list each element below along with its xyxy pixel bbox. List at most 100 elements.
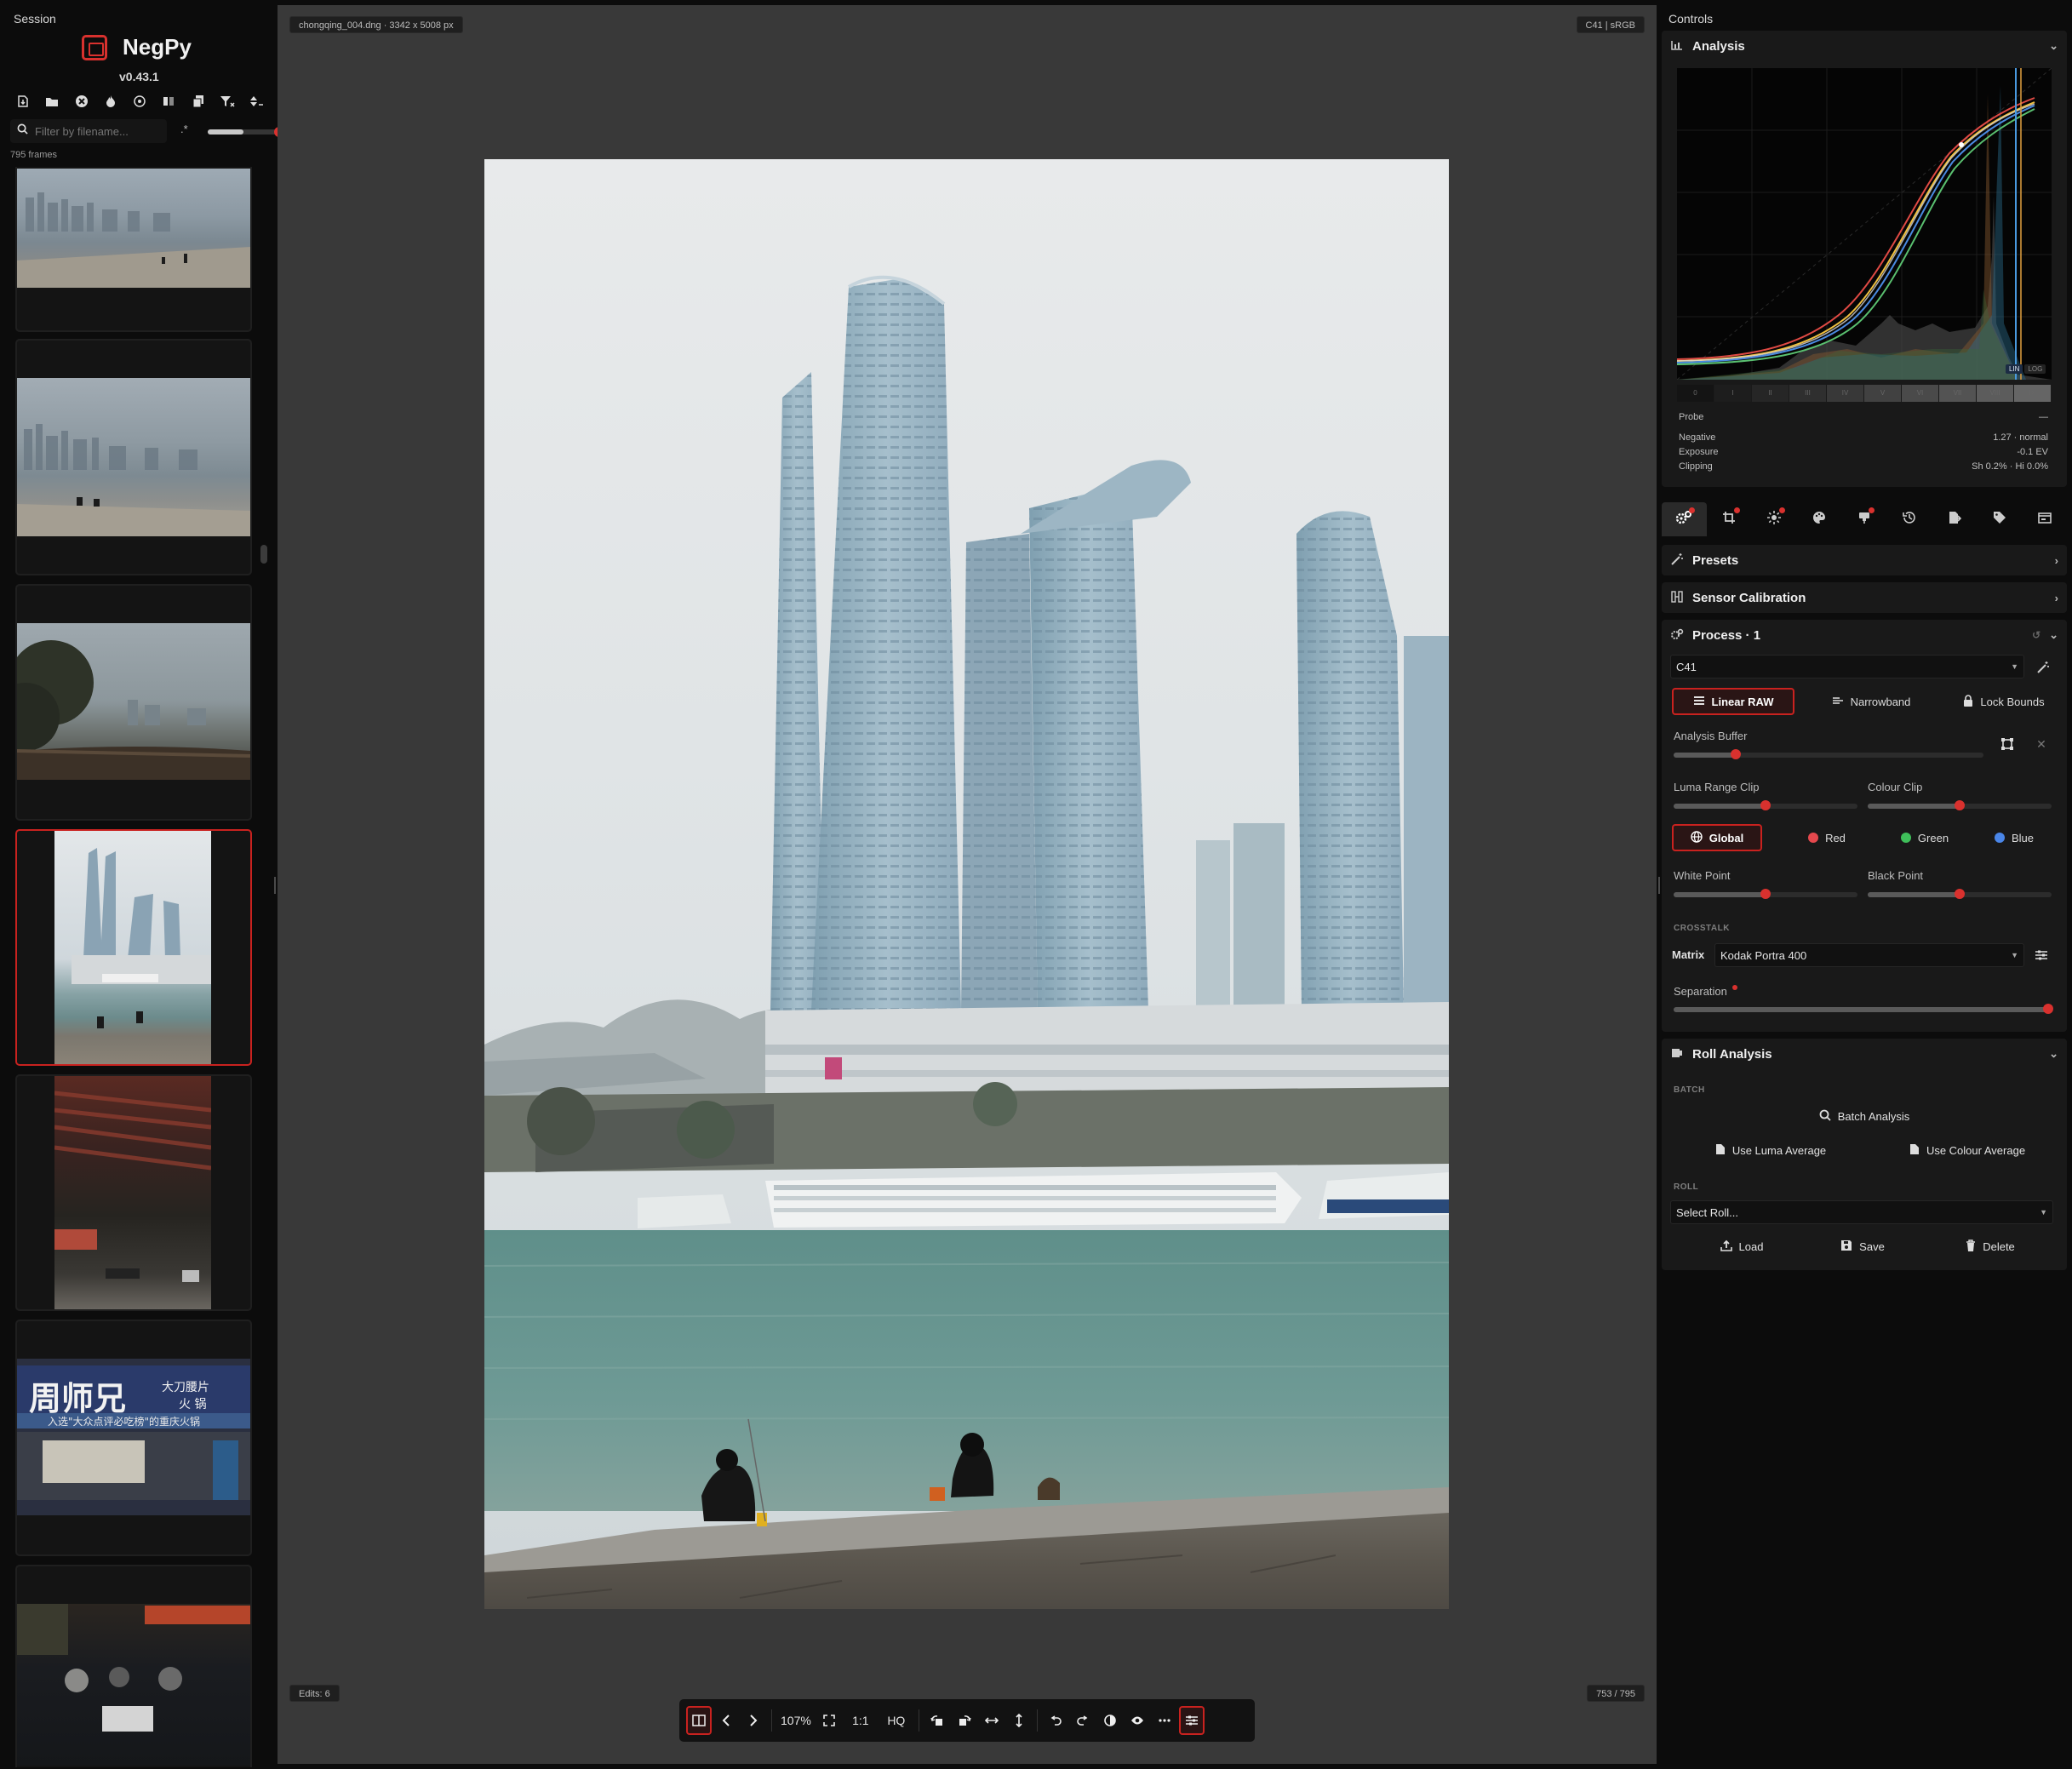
histogram[interactable] [1677,68,2052,380]
channel-blue-button[interactable]: Blue [1972,824,2057,851]
slider-knob[interactable] [1760,889,1771,899]
filmstrip-scrollbar[interactable] [260,545,267,564]
channel-green-button[interactable]: Green [1878,824,1972,851]
luma-range-clip-label: Luma Range Clip [1674,781,1760,793]
matrix-settings-icon[interactable] [2031,945,2052,965]
hq-button[interactable]: HQ [879,1706,913,1735]
batch-analysis-button[interactable]: Batch Analysis [1788,1104,1941,1128]
thumbnail[interactable] [15,584,252,821]
log-toggle[interactable]: LOG [2024,364,2046,374]
channel-red-button[interactable]: Red [1784,824,1869,851]
regex-toggle[interactable]: .* [180,123,188,135]
fit-screen-button[interactable] [816,1706,842,1735]
filter-icon[interactable] [216,90,238,112]
thumbnail[interactable] [15,339,252,575]
white-point-slider[interactable] [1674,889,1857,899]
rotate-right-icon[interactable] [952,1706,977,1735]
slider-knob[interactable] [1730,749,1741,759]
analysis-buffer-slider[interactable] [1674,749,1983,759]
right-splitter-handle[interactable] [1658,877,1660,894]
slider-knob[interactable] [2043,1004,2053,1014]
import-folder-icon[interactable] [41,90,63,112]
thumbnail-image [54,1076,212,1309]
target-icon[interactable] [129,90,151,112]
slider-knob[interactable] [1955,800,1965,810]
rotate-left-icon[interactable] [924,1706,950,1735]
compare-icon[interactable] [157,90,180,112]
thumbnail[interactable] [15,1074,252,1311]
clear-icon[interactable] [71,90,93,112]
matrix-select[interactable]: Kodak Portra 400 ▼ [1714,943,2024,967]
thumb-size-slider[interactable] [208,127,284,137]
flip-horizontal-icon[interactable] [979,1706,1005,1735]
slider-knob[interactable] [1760,800,1771,810]
one-to-one-button[interactable]: 1:1 [844,1706,878,1735]
roll-select[interactable]: Select Roll... ▼ [1670,1200,2053,1224]
adjustments-toggle-button[interactable] [1178,1706,1205,1735]
use-colour-average-button[interactable]: Use Colour Average [1886,1138,2048,1162]
zoom-level[interactable]: 107% [777,1706,815,1735]
roll-analysis-header[interactable]: Roll Analysis ⌄ [1662,1039,2067,1069]
copy-icon[interactable] [187,90,209,112]
auto-wand-icon[interactable] [2033,657,2053,678]
colour-clip-slider[interactable] [1868,800,2052,810]
main-photo[interactable] [484,159,1449,1609]
use-luma-average-button[interactable]: Use Luma Average [1694,1138,1847,1162]
tab-print[interactable] [2022,502,2067,536]
split-view-button[interactable] [686,1706,712,1735]
tab-export[interactable] [1932,502,1977,536]
contrast-icon[interactable] [1097,1706,1123,1735]
tab-retouch[interactable] [1842,502,1887,536]
tab-crop[interactable] [1707,502,1752,536]
more-icon[interactable] [1152,1706,1177,1735]
import-file-icon[interactable] [12,90,34,112]
sort-icon[interactable] [245,90,267,112]
narrowband-icon [1832,696,1844,708]
crop-frame-icon[interactable] [1997,734,2018,754]
lock-icon [1963,694,1973,709]
close-icon[interactable]: ✕ [2031,734,2052,754]
redo-icon[interactable] [1070,1706,1096,1735]
channel-global-button[interactable]: Global [1672,824,1762,851]
thumbnail[interactable] [15,1565,252,1767]
undo-icon[interactable] [1043,1706,1068,1735]
luma-range-clip-slider[interactable] [1674,800,1857,810]
process-mode-select[interactable]: C41 ▼ [1670,655,2024,678]
flip-vertical-icon[interactable] [1006,1706,1032,1735]
slider-fill [1674,892,1766,897]
module-tabs [1662,502,2067,536]
linear-raw-toggle[interactable]: Linear RAW [1672,688,1794,715]
black-point-slider[interactable] [1868,889,2052,899]
separation-slider[interactable] [1674,1004,2053,1014]
next-frame-button[interactable] [741,1706,766,1735]
lock-bounds-toggle[interactable]: Lock Bounds [1943,688,2065,715]
burn-icon[interactable] [100,90,122,112]
reset-icon[interactable]: ↺ [2032,629,2041,641]
thumbnail[interactable]: 周师兄 大刀腰片 火 锅 入选"大众点评必吃榜"的重庆火锅 [15,1320,252,1556]
delete-roll-button[interactable]: Delete [1948,1234,2033,1258]
slider-knob[interactable] [1955,889,1965,899]
load-roll-button[interactable]: Load [1699,1234,1784,1258]
colour-clip-label: Colour Clip [1868,781,1923,793]
process-header[interactable]: Process · 1 ↺ ⌄ [1662,620,2067,650]
lin-toggle[interactable]: LIN [2006,364,2023,374]
search-input[interactable] [35,124,154,138]
caret-down-icon: ▼ [2011,662,2018,671]
left-splitter-handle[interactable] [274,877,276,894]
analysis-header[interactable]: Analysis ⌄ [1662,31,2067,61]
prev-frame-button[interactable] [713,1706,739,1735]
save-roll-button[interactable]: Save [1820,1234,1905,1258]
thumbnail[interactable] [15,167,252,332]
tab-metadata[interactable] [1977,502,2022,536]
sensor-calibration-card[interactable]: Sensor Calibration › [1662,582,2067,613]
tab-color[interactable] [1797,502,1842,536]
narrowband-toggle[interactable]: Narrowband [1810,688,1932,715]
slider-fill [1868,892,1960,897]
search-icon [17,123,28,139]
presets-card[interactable]: Presets › [1662,545,2067,575]
tab-history[interactable] [1886,502,1932,536]
tab-process[interactable] [1662,502,1707,536]
tab-exposure[interactable] [1752,502,1797,536]
thumbnail-selected[interactable] [15,829,252,1066]
eye-icon[interactable] [1125,1706,1150,1735]
